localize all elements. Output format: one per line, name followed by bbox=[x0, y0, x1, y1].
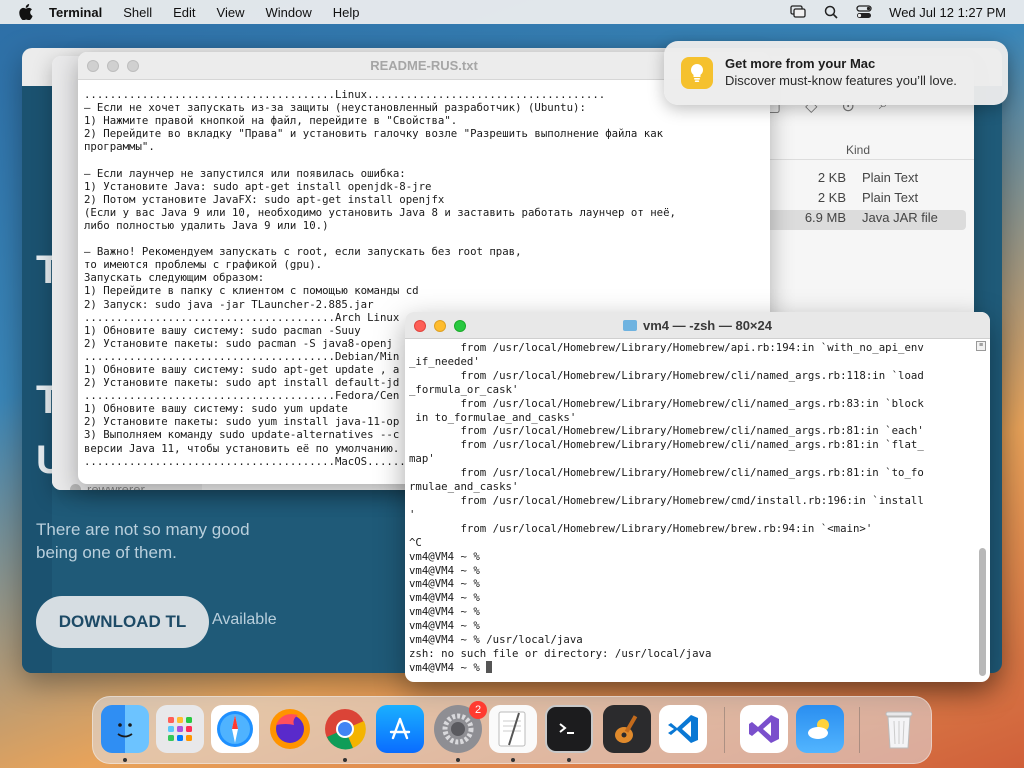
running-indicator bbox=[456, 758, 460, 762]
file-size: 2 KB bbox=[817, 190, 846, 205]
menu-shell[interactable]: Shell bbox=[123, 5, 152, 20]
vscode-dock-icon[interactable] bbox=[659, 705, 707, 753]
safari-dock-icon[interactable] bbox=[211, 705, 259, 753]
dock-separator bbox=[859, 707, 860, 753]
terminal-title-text: vm4 — -zsh — 80×24 bbox=[643, 318, 772, 333]
menu-app-name[interactable]: Terminal bbox=[49, 5, 102, 20]
menu-help[interactable]: Help bbox=[333, 5, 360, 20]
notification-body: Discover must-know features you’ll love. bbox=[725, 73, 957, 88]
file-row-selected[interactable]: 6.9 MB Java JAR file bbox=[766, 210, 966, 230]
notification-badge: 2 bbox=[469, 701, 487, 719]
menu-window[interactable]: Window bbox=[266, 5, 312, 20]
file-row[interactable]: 2 KB Plain Text bbox=[766, 170, 966, 190]
finder-dock-icon[interactable] bbox=[101, 705, 149, 753]
app-store-dock-icon[interactable] bbox=[376, 705, 424, 753]
folder-icon bbox=[623, 320, 637, 331]
terminal-output[interactable]: from /usr/local/Homebrew/Library/Homebre… bbox=[409, 341, 974, 678]
menu-bar: Terminal Shell Edit View Window Help Wed… bbox=[0, 0, 1024, 24]
site-hero-line: being one of them. bbox=[36, 543, 177, 562]
file-size: 2 KB bbox=[817, 170, 846, 185]
terminal-scrollbar[interactable] bbox=[979, 548, 986, 676]
download-button[interactable]: DOWNLOAD TL bbox=[36, 596, 209, 648]
terminal-cursor bbox=[486, 660, 493, 673]
terminal-text: from /usr/local/Homebrew/Library/Homebre… bbox=[409, 341, 924, 674]
trash-dock-icon[interactable] bbox=[875, 705, 923, 753]
system-settings-dock-icon[interactable]: 2 bbox=[434, 701, 487, 753]
menu-clock[interactable]: Wed Jul 12 1:27 PM bbox=[889, 5, 1006, 20]
menu-view[interactable]: View bbox=[217, 5, 245, 20]
running-indicator bbox=[511, 758, 515, 762]
dock-separator bbox=[724, 707, 725, 753]
running-indicator bbox=[343, 758, 347, 762]
terminal-title: vm4 — -zsh — 80×24 bbox=[405, 318, 990, 333]
terminal-window: vm4 — -zsh — 80×24 from /usr/local/Homeb… bbox=[405, 312, 990, 682]
firefox-dock-icon[interactable] bbox=[266, 705, 314, 753]
chrome-dock-icon[interactable] bbox=[321, 705, 369, 753]
notification-title: Get more from your Mac bbox=[725, 56, 876, 71]
terminal-dock-icon[interactable] bbox=[545, 705, 593, 753]
site-hero-line: There are not so many good bbox=[36, 520, 250, 539]
file-size: 6.9 MB bbox=[804, 210, 846, 225]
file-kind: Plain Text bbox=[862, 170, 919, 185]
column-kind[interactable]: Kind bbox=[846, 143, 870, 157]
tips-lightbulb-icon bbox=[681, 57, 713, 89]
file-kind: Java JAR file bbox=[862, 210, 938, 225]
screen-mirroring-icon[interactable] bbox=[790, 4, 806, 20]
running-indicator bbox=[123, 758, 127, 762]
spotlight-search-icon[interactable] bbox=[823, 4, 839, 20]
column-header[interactable]: Kind bbox=[766, 138, 974, 160]
file-row[interactable]: 2 KB Plain Text bbox=[766, 190, 966, 210]
available-text: Available bbox=[212, 611, 277, 628]
weather-dock-icon[interactable] bbox=[796, 705, 844, 753]
control-center-icon[interactable] bbox=[856, 4, 872, 20]
textedit-dock-icon[interactable] bbox=[489, 705, 537, 753]
menu-edit[interactable]: Edit bbox=[173, 5, 195, 20]
visual-studio-dock-icon[interactable] bbox=[740, 705, 788, 753]
running-indicator bbox=[567, 758, 571, 762]
dock: 2 bbox=[92, 696, 932, 764]
file-kind: Plain Text bbox=[862, 190, 919, 205]
notification-banner[interactable]: Get more from your Mac Discover must-kno… bbox=[664, 41, 1008, 105]
garageband-dock-icon[interactable] bbox=[603, 705, 651, 753]
tag-dot-icon bbox=[70, 484, 81, 490]
terminal-titlebar: vm4 — -zsh — 80×24 bbox=[405, 312, 990, 339]
launchpad-dock-icon[interactable] bbox=[156, 705, 204, 753]
apple-menu-icon[interactable] bbox=[17, 3, 35, 21]
scroll-button[interactable]: ≡ bbox=[976, 341, 986, 351]
site-hero-text: There are not so many good being one of … bbox=[36, 518, 250, 564]
